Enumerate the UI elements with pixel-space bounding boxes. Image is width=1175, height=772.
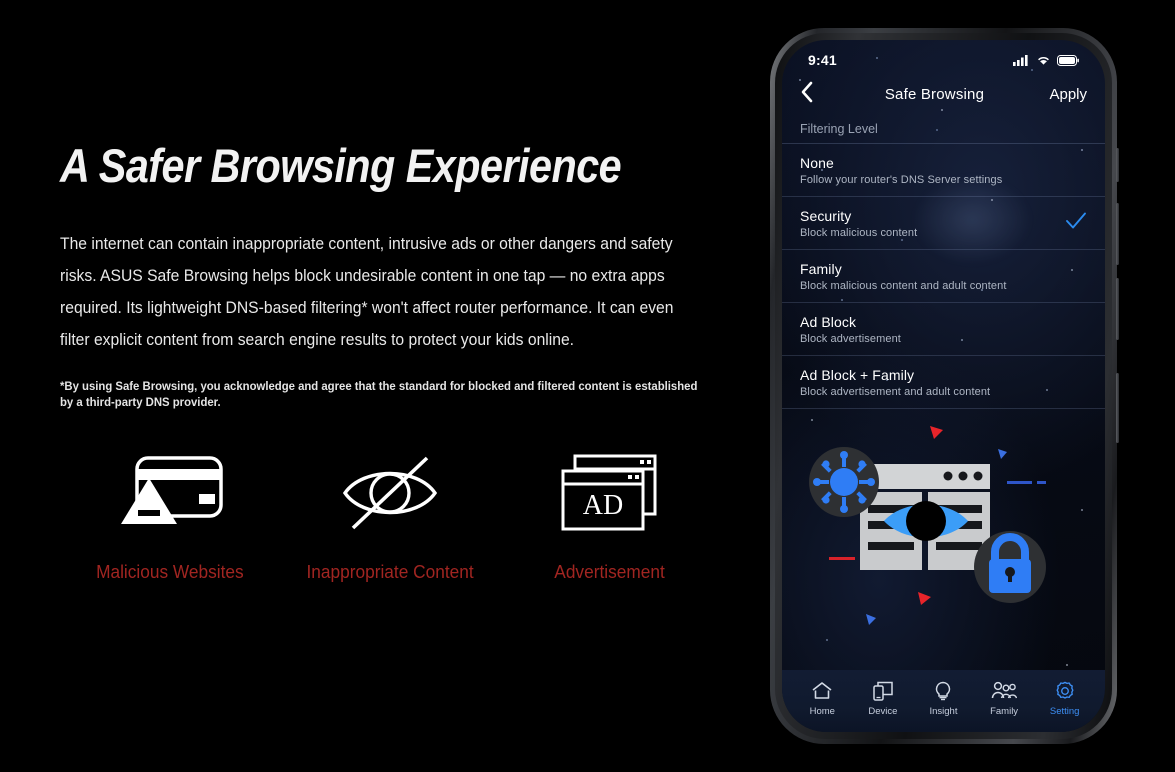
- list-item-ad-block[interactable]: Ad Block Block advertisement: [782, 303, 1105, 356]
- phone-side-button-volume-down: [1116, 278, 1119, 340]
- feature-label: Advertisement: [554, 562, 666, 582]
- page-title: A Safer Browsing Experience: [60, 139, 622, 192]
- list-item-ad-block-family[interactable]: Ad Block + Family Block advertisement an…: [782, 356, 1105, 409]
- tab-home[interactable]: Home: [792, 681, 853, 717]
- cellular-signal-icon: [1013, 54, 1028, 66]
- phone-mockup: 9:41 Safe Browsing Apply Filtering Level…: [770, 28, 1119, 744]
- tab-label: Family: [990, 706, 1019, 717]
- feature-advertisement: AD Advertisement: [500, 445, 720, 583]
- feature-inappropriate-content: Inappropriate Content: [280, 445, 500, 583]
- home-icon: [812, 682, 832, 699]
- credit-card-warning-icon: [115, 445, 225, 540]
- setting-gear-icon: [1056, 681, 1074, 699]
- option-title: Ad Block + Family: [800, 367, 915, 383]
- option-title: Security: [800, 208, 852, 224]
- accent-triangle-blue-top: [998, 449, 1007, 459]
- bottom-tab-bar: Home Device Insight Family Setting: [782, 670, 1105, 732]
- phone-side-button-volume-up: [1116, 203, 1119, 265]
- svg-text:AD: AD: [583, 490, 623, 521]
- list-item-family[interactable]: Family Block malicious content and adult…: [782, 250, 1105, 303]
- footnote-text: *By using Safe Browsing, you acknowledge…: [60, 378, 698, 409]
- list-item-security[interactable]: Security Block malicious content: [782, 197, 1105, 250]
- status-bar: 9:41: [782, 40, 1105, 74]
- feature-label: Inappropriate Content: [306, 562, 474, 582]
- eye-slash-icon: [335, 445, 445, 540]
- tab-setting[interactable]: Setting: [1034, 681, 1095, 717]
- option-subtitle: Block advertisement and adult content: [800, 386, 991, 398]
- option-subtitle: Block malicious content and adult conten…: [800, 280, 1007, 292]
- filtering-level-list: None Follow your router's DNS Server set…: [782, 144, 1105, 409]
- tab-label: Device: [868, 706, 898, 717]
- insight-bulb-icon: [936, 681, 951, 701]
- status-time: 9:41: [808, 52, 837, 68]
- option-subtitle: Follow your router's DNS Server settings: [800, 174, 1003, 186]
- apply-button[interactable]: Apply: [1035, 86, 1087, 103]
- accent-triangle-red-top: [930, 426, 943, 439]
- phone-side-button-power: [1116, 373, 1119, 443]
- feature-list: Malicious Websites Inappropriate Content: [60, 445, 720, 583]
- device-icon: [873, 681, 893, 701]
- body-paragraph: The internet can contain inappropriate c…: [60, 234, 674, 349]
- tab-label: Setting: [1049, 706, 1080, 717]
- tab-insight[interactable]: Insight: [913, 681, 974, 717]
- option-title: None: [800, 155, 834, 171]
- option-subtitle: Block malicious content: [800, 227, 918, 239]
- feature-malicious-websites: Malicious Websites: [60, 445, 280, 583]
- safe-browsing-illustration: [782, 409, 1105, 659]
- tab-label: Insight: [929, 706, 958, 717]
- feature-label: Malicious Websites: [96, 562, 244, 582]
- option-subtitle: Block advertisement: [800, 333, 901, 345]
- list-item-none[interactable]: None Follow your router's DNS Server set…: [782, 144, 1105, 197]
- section-header-filtering-level: Filtering Level: [782, 114, 1105, 144]
- tab-label: Home: [809, 706, 835, 717]
- screen-title: Safe Browsing: [884, 85, 985, 103]
- accent-triangle-red-bottom: [918, 592, 931, 605]
- ad-windows-icon: AD: [555, 445, 665, 540]
- accent-triangle-blue-bottom: [866, 614, 876, 625]
- wifi-icon: [1038, 56, 1049, 65]
- family-icon: [991, 681, 1018, 699]
- option-title: Ad Block: [800, 314, 857, 330]
- marketing-pane: A Safer Browsing Experience The internet…: [60, 140, 740, 410]
- option-title: Family: [800, 261, 842, 277]
- phone-side-button-mute: [1116, 148, 1119, 182]
- tab-family[interactable]: Family: [974, 681, 1035, 717]
- chevron-left-icon[interactable]: [800, 81, 834, 107]
- tab-device[interactable]: Device: [853, 681, 914, 717]
- checkmark-icon: [1061, 212, 1087, 235]
- nav-bar: Safe Browsing Apply: [782, 74, 1105, 114]
- battery-icon: [1057, 54, 1079, 66]
- phone-screen: 9:41 Safe Browsing Apply Filtering Level…: [782, 40, 1105, 732]
